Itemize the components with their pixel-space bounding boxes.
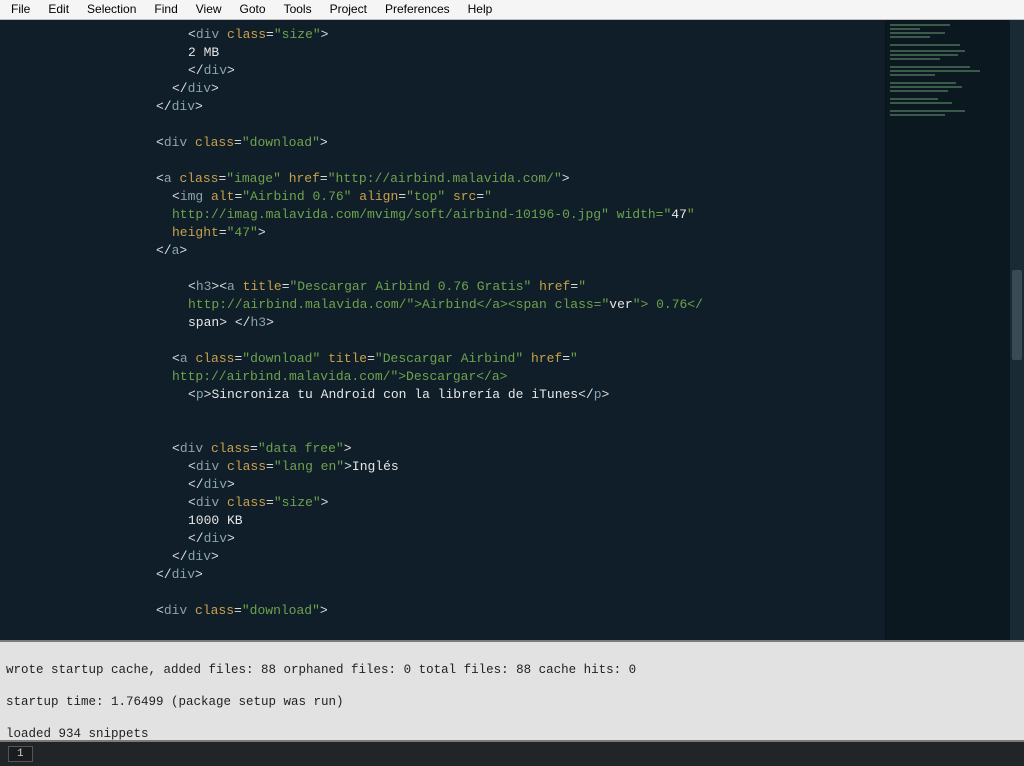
code-line: <img alt="Airbind 0.76" align="top" src=… xyxy=(108,188,875,206)
code-line: <div class="download"> xyxy=(108,602,875,620)
console-line: wrote startup cache, added files: 88 orp… xyxy=(6,662,1018,678)
menu-selection[interactable]: Selection xyxy=(78,0,145,19)
code-line: <p>Sincroniza tu Android con la librería… xyxy=(108,386,875,404)
menu-view[interactable]: View xyxy=(187,0,231,19)
menu-edit[interactable]: Edit xyxy=(39,0,78,19)
code-line: 2 MB xyxy=(108,44,875,62)
console-line: loaded 934 snippets xyxy=(6,726,1018,742)
menu-file[interactable]: File xyxy=(2,0,39,19)
status-position[interactable]: 1 xyxy=(8,746,33,762)
menu-preferences[interactable]: Preferences xyxy=(376,0,459,19)
code-line: http://airbind.malavida.com/">Airbind</a… xyxy=(108,296,875,314)
code-line: </div> xyxy=(108,98,875,116)
code-line: </div> xyxy=(108,80,875,98)
code-line: </div> xyxy=(108,530,875,548)
code-line: <div class="size"> xyxy=(108,26,875,44)
menu-project[interactable]: Project xyxy=(321,0,376,19)
minimap[interactable] xyxy=(885,20,1010,640)
scrollbar-thumb[interactable] xyxy=(1012,270,1022,360)
menu-bar: File Edit Selection Find View Goto Tools… xyxy=(0,0,1024,20)
menu-tools[interactable]: Tools xyxy=(275,0,321,19)
console-panel[interactable]: wrote startup cache, added files: 88 orp… xyxy=(0,640,1024,742)
editor-area: <div class="size">2 MB</div></div></div>… xyxy=(0,20,1024,640)
code-line: <div class="size"> xyxy=(108,494,875,512)
code-editor[interactable]: <div class="size">2 MB</div></div></div>… xyxy=(0,20,885,640)
menu-goto[interactable]: Goto xyxy=(231,0,275,19)
code-line: <div class="data free"> xyxy=(108,440,875,458)
vertical-scrollbar[interactable] xyxy=(1010,20,1024,640)
menu-find[interactable]: Find xyxy=(145,0,186,19)
code-line: http://airbind.malavida.com/">Descargar<… xyxy=(108,368,875,386)
code-line: </div> xyxy=(108,548,875,566)
code-line: <h3><a title="Descargar Airbind 0.76 Gra… xyxy=(108,278,875,296)
code-line: http://imag.malavida.com/mvimg/soft/airb… xyxy=(108,206,875,224)
code-line: 1000 KB xyxy=(108,512,875,530)
code-line: <a class="image" href="http://beat-hazar… xyxy=(108,638,875,640)
code-line: height="47"> xyxy=(108,224,875,242)
code-line: span> </h3> xyxy=(108,314,875,332)
code-line: </div> xyxy=(108,62,875,80)
code-line: <a class="download" title="Descargar Air… xyxy=(108,350,875,368)
code-line: <a class="image" href="http://airbind.ma… xyxy=(108,170,875,188)
code-line: <div class="download"> xyxy=(108,134,875,152)
code-line: </a> xyxy=(108,242,875,260)
menu-help[interactable]: Help xyxy=(459,0,502,19)
status-bar: 1 xyxy=(0,742,1024,766)
code-line: </div> xyxy=(108,566,875,584)
console-line: startup time: 1.76499 (package setup was… xyxy=(6,694,1018,710)
code-line: <div class="lang en">Inglés xyxy=(108,458,875,476)
code-line: </div> xyxy=(108,476,875,494)
